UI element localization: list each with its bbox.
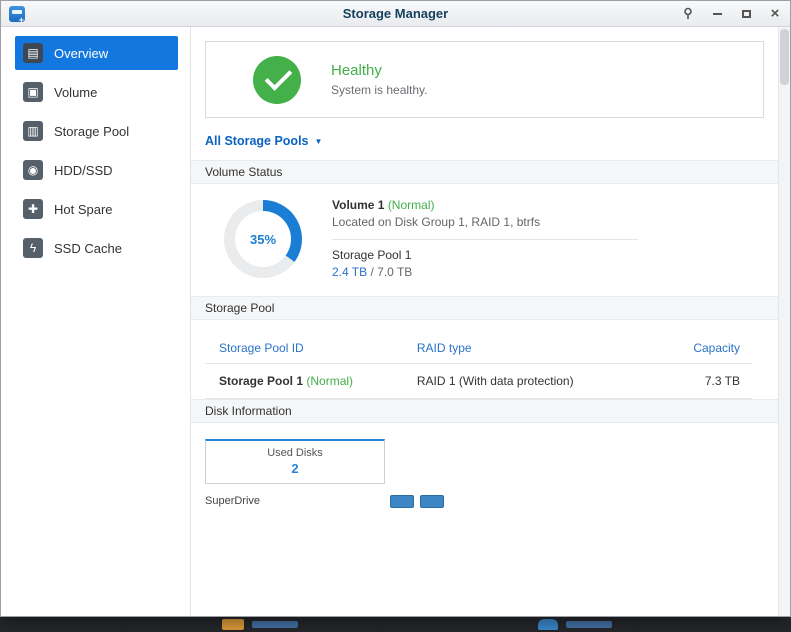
pool-capacity: 7.3 TB xyxy=(642,363,752,399)
sidebar-item-label: Volume xyxy=(54,84,98,100)
health-status-message: System is healthy. xyxy=(331,83,428,97)
divider xyxy=(332,238,638,240)
storage-pool-table: Storage Pool ID RAID type Capacity Stora… xyxy=(205,331,752,399)
volume-status-row: 35% Volume 1 (Normal) Located on Disk Gr… xyxy=(191,184,778,296)
sidebar: ▤ Overview ▣ Volume ▥ Storage Pool ◉ HDD… xyxy=(1,27,191,616)
close-icon[interactable]: × xyxy=(768,6,782,21)
desktop-app-icon[interactable] xyxy=(538,619,558,630)
hot-spare-icon: ✚ xyxy=(23,199,43,219)
volume-used-capacity: 2.4 TB xyxy=(332,265,368,280)
scrollbar-track[interactable] xyxy=(778,27,790,616)
desktop-icon-label xyxy=(566,621,612,628)
volume-usage-donut: 35% xyxy=(224,200,302,279)
sidebar-item-ssd-cache[interactable]: ϟ SSD Cache xyxy=(15,231,178,265)
storage-pool-filter-label: All Storage Pools xyxy=(205,134,309,148)
sidebar-item-hot-spare[interactable]: ✚ Hot Spare xyxy=(15,192,178,226)
volume-name: Volume 1 xyxy=(332,198,385,212)
volume-pool-name: Storage Pool 1 xyxy=(332,247,412,262)
section-disk-information: Disk Information xyxy=(191,398,778,423)
sidebar-item-label: Overview xyxy=(54,45,109,61)
chevron-down-icon: ▼ xyxy=(314,136,323,146)
window-title: Storage Manager xyxy=(342,6,449,21)
storage-manager-window: Storage Manager × ▤ Overview ▣ Volume ▥ … xyxy=(0,0,791,617)
maximize-icon[interactable] xyxy=(739,7,753,21)
device-name: SuperDrive xyxy=(205,495,261,508)
section-volume-status: Volume Status xyxy=(191,160,778,184)
table-header-row: Storage Pool ID RAID type Capacity xyxy=(205,331,752,364)
volume-status-badge: (Normal) xyxy=(387,198,435,212)
section-storage-pool: Storage Pool xyxy=(191,295,778,320)
sidebar-item-label: SSD Cache xyxy=(54,240,122,256)
storage-pool-icon: ▥ xyxy=(23,121,43,141)
sidebar-item-label: Storage Pool xyxy=(54,123,130,139)
scrollbar-thumb[interactable] xyxy=(780,29,789,85)
drive-slot[interactable] xyxy=(420,494,444,508)
overview-icon: ▤ xyxy=(23,43,43,63)
health-status-card: Healthy System is healthy. xyxy=(205,41,764,118)
used-disks-label: Used Disks xyxy=(267,446,323,459)
desktop-folder-icon[interactable] xyxy=(222,619,244,630)
volume-description: Located on Disk Group 1, RAID 1, btrfs xyxy=(332,215,541,230)
desktop-background xyxy=(0,616,791,632)
titlebar: Storage Manager × xyxy=(1,1,790,27)
pool-raid-type: RAID 1 (With data protection) xyxy=(412,363,643,399)
main-panel: Healthy System is healthy. All Storage P… xyxy=(191,27,790,616)
pool-status-badge: (Normal) xyxy=(306,373,354,388)
drive-slots xyxy=(390,494,444,508)
volume-total-capacity: / 7.0 TB xyxy=(367,265,413,280)
desktop-icon-label xyxy=(252,621,298,628)
sidebar-item-hdd-ssd[interactable]: ◉ HDD/SSD xyxy=(15,153,178,187)
healthy-check-icon xyxy=(253,55,301,104)
minimize-icon[interactable] xyxy=(710,7,724,21)
column-header-raid-type: RAID type xyxy=(412,331,643,364)
pool-id: Storage Pool 1 xyxy=(219,373,304,388)
window-controls: × xyxy=(681,6,782,21)
storage-pool-filter-dropdown[interactable]: All Storage Pools ▼ xyxy=(205,134,322,148)
drive-slot[interactable] xyxy=(390,494,414,508)
storage-manager-app-icon xyxy=(9,5,25,25)
volume-icon: ▣ xyxy=(23,82,43,102)
sidebar-item-label: HDD/SSD xyxy=(54,162,113,178)
used-disks-summary: Used Disks 2 xyxy=(205,438,385,484)
hdd-ssd-icon: ◉ xyxy=(23,160,43,180)
column-header-pool-id: Storage Pool ID xyxy=(205,331,413,364)
health-status-title: Healthy xyxy=(331,62,382,79)
volume-usage-percent: 35% xyxy=(249,231,277,247)
sidebar-item-storage-pool[interactable]: ▥ Storage Pool xyxy=(15,114,178,148)
sidebar-item-overview[interactable]: ▤ Overview xyxy=(15,36,178,70)
used-disks-count: 2 xyxy=(291,460,299,476)
ssd-cache-icon: ϟ xyxy=(23,238,43,258)
sidebar-item-label: Hot Spare xyxy=(54,201,113,217)
device-row: SuperDrive xyxy=(205,494,764,508)
pin-icon[interactable] xyxy=(681,7,695,21)
table-row[interactable]: Storage Pool 1 (Normal) RAID 1 (With dat… xyxy=(205,363,752,399)
column-header-capacity: Capacity xyxy=(642,331,752,364)
sidebar-item-volume[interactable]: ▣ Volume xyxy=(15,75,178,109)
